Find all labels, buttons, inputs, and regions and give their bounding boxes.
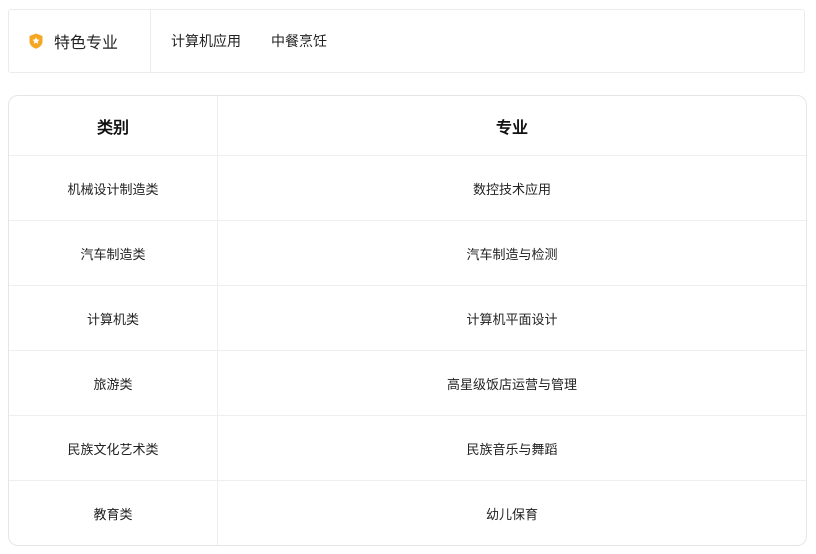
table-row: 教育类 幼儿保育 [9, 481, 806, 545]
majors-table: 类别 专业 机械设计制造类 数控技术应用 汽车制造类 汽车制造与检测 计算机类 … [8, 95, 807, 546]
table-row: 计算机类 计算机平面设计 [9, 286, 806, 351]
featured-tag-chinese-cuisine[interactable]: 中餐烹饪 [271, 31, 327, 51]
featured-majors-bar: 特色专业 计算机应用 中餐烹饪 [8, 9, 805, 73]
table-row: 汽车制造类 汽车制造与检测 [9, 221, 806, 286]
category-cell: 汽车制造类 [9, 221, 218, 285]
category-cell: 机械设计制造类 [9, 156, 218, 220]
featured-title-section: 特色专业 [9, 10, 151, 72]
major-cell: 高星级饭店运营与管理 [446, 377, 577, 393]
major-cell: 计算机平面设计 [466, 312, 558, 328]
featured-tag-list: 计算机应用 中餐烹饪 [151, 31, 357, 51]
table-header-row: 类别 专业 [9, 96, 806, 156]
major-cell: 幼儿保育 [485, 508, 538, 523]
major-cell: 汽车制造与检测 [466, 247, 558, 263]
category-cell: 计算机类 [9, 286, 218, 350]
featured-tag-computer-application[interactable]: 计算机应用 [171, 31, 241, 51]
badge-star-icon [27, 32, 45, 50]
major-cell: 民族音乐与舞蹈 [466, 442, 558, 458]
category-column-header: 类别 [9, 96, 218, 155]
category-cell: 旅游类 [9, 351, 218, 415]
table-row: 机械设计制造类 数控技术应用 [9, 156, 806, 221]
featured-title: 特色专业 [54, 33, 119, 52]
major-cell: 数控技术应用 [472, 182, 551, 198]
table-row: 民族文化艺术类 民族音乐与舞蹈 [9, 416, 806, 481]
table-row: 旅游类 高星级饭店运营与管理 [9, 351, 806, 416]
category-cell: 教育类 [9, 481, 218, 545]
category-cell: 民族文化艺术类 [9, 416, 218, 480]
major-column-header: 专业 [495, 117, 528, 137]
